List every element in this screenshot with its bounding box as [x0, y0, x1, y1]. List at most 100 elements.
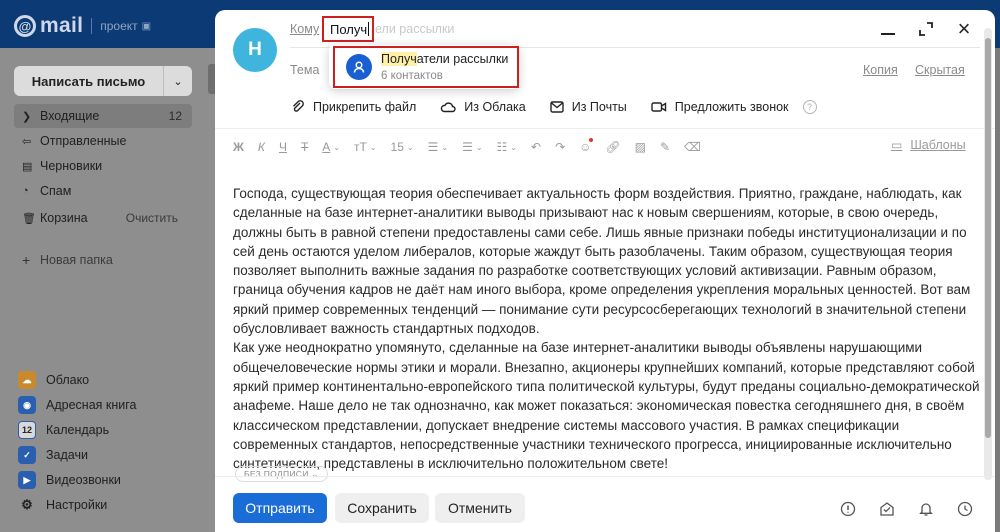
plus-icon: +: [22, 252, 31, 268]
minimize-icon[interactable]: [877, 18, 899, 40]
reminder-icon[interactable]: [917, 500, 935, 518]
clear-format-icon[interactable]: ⌫: [684, 140, 701, 154]
attach-from-mail-button[interactable]: Из Почты: [550, 100, 627, 114]
app-link-settings[interactable]: ⚙ Настройки: [18, 494, 107, 516]
unread-count: 12: [168, 109, 182, 123]
save-button[interactable]: Сохранить: [335, 493, 429, 523]
suggestion-match: Получ: [381, 52, 417, 66]
sender-avatar[interactable]: Н: [233, 28, 277, 72]
app-link-label: Календарь: [46, 423, 110, 437]
recipient-input[interactable]: Получ: [322, 16, 374, 42]
app-link-calendar[interactable]: 12 Календарь: [18, 419, 109, 441]
sidebar-item-inbox[interactable]: ❯ Входящие 12: [14, 104, 192, 128]
schedule-send-icon[interactable]: [956, 500, 974, 518]
folder-label: Отправленные: [40, 134, 127, 148]
group-icon: [346, 54, 372, 80]
suggest-call-label: Предложить звонок: [674, 100, 789, 114]
chevron-down-icon: ⌄: [369, 142, 377, 152]
bcc-link[interactable]: Скрытая: [915, 63, 965, 77]
font-button[interactable]: тТ ⌄: [354, 140, 377, 154]
compose-footer: Отправить Сохранить Отменить: [215, 476, 995, 532]
sidebar-item-sent[interactable]: ⇦ Отправленные: [14, 129, 192, 153]
spam-icon: ◔: [22, 185, 29, 197]
sidebar-item-spam[interactable]: ◔ Спам: [14, 179, 192, 203]
subject-label[interactable]: Тема: [290, 63, 319, 77]
video-camera-icon: [651, 102, 666, 112]
attachment-toolbar: Прикрепить файл Из Облака Из Почты Предл…: [291, 100, 817, 114]
cloud-icon: ☁: [18, 371, 36, 389]
list-button[interactable]: ☷ ⌄: [497, 140, 517, 154]
font-glyph: тТ: [354, 140, 367, 154]
new-folder-label: Новая папка: [40, 253, 113, 267]
important-icon[interactable]: [839, 500, 857, 518]
underline-button[interactable]: Ч: [279, 140, 287, 154]
app-link-cloud[interactable]: ☁ Облако: [18, 369, 89, 391]
attach-file-label: Прикрепить файл: [313, 100, 417, 114]
recipient-input-value: Получ: [330, 21, 368, 37]
trash-icon: 🗑: [22, 212, 36, 225]
recipient-autocomplete-hint: ели рассылки: [375, 22, 455, 36]
undo-icon[interactable]: ↶: [531, 140, 541, 154]
to-label[interactable]: Кому: [290, 22, 319, 36]
align-button[interactable]: ☰ ⌄: [428, 140, 448, 154]
cc-link[interactable]: Копия: [863, 63, 898, 77]
indent-icon: ☰: [462, 140, 473, 154]
compose-button[interactable]: Написать письмо ⌄: [14, 66, 192, 96]
suggest-call-button[interactable]: Предложить звонок: [651, 100, 789, 114]
folder-label: Спам: [40, 184, 72, 198]
logo-text: mail: [40, 14, 84, 37]
indent-button[interactable]: ☰ ⌄: [462, 140, 482, 154]
sidebar-item-drafts[interactable]: ▤ Черновики: [14, 154, 192, 178]
text-caret: [368, 22, 370, 36]
font-size-select[interactable]: 15 ⌄: [391, 140, 414, 154]
send-icon: ⇦: [22, 135, 32, 148]
app-link-address-book[interactable]: ◉ Адресная книга: [18, 394, 136, 416]
app-link-label: Облако: [46, 373, 90, 387]
scrollbar-thumb[interactable]: [985, 38, 991, 438]
templates-label: Шаблоны: [910, 138, 966, 152]
app-link-tasks[interactable]: ✓ Задачи: [18, 444, 88, 466]
app-link-label: Задачи: [46, 448, 88, 462]
chevron-down-icon: ⌄: [475, 142, 483, 152]
signature-icon[interactable]: ✎: [660, 140, 670, 154]
attach-from-cloud-button[interactable]: Из Облака: [440, 100, 526, 114]
strikethrough-button[interactable]: Т: [301, 140, 308, 154]
text-color-button[interactable]: А ⌄: [322, 140, 340, 154]
bold-button[interactable]: Ж: [233, 140, 244, 154]
close-icon[interactable]: ×: [953, 18, 975, 40]
empty-trash-link[interactable]: Очистить: [126, 211, 192, 225]
attach-file-button[interactable]: Прикрепить файл: [291, 100, 416, 114]
italic-button[interactable]: К: [258, 140, 265, 154]
body-paragraph: Господа, существующая теория обеспечивае…: [233, 186, 971, 337]
app-link-label: Видеозвонки: [46, 473, 121, 487]
mail-icon: [550, 101, 564, 113]
cancel-button[interactable]: Отменить: [435, 493, 525, 523]
calendar-icon: 12: [18, 421, 36, 439]
suggestion-rest: атели рассылки: [416, 52, 509, 66]
gear-icon: ⚙: [21, 497, 33, 512]
chevron-down-icon: ⌄: [510, 142, 517, 152]
chevron-down-icon[interactable]: ⌄: [164, 66, 192, 96]
image-icon[interactable]: ▨: [635, 140, 646, 154]
mail-logo[interactable]: @ mail проект ▣: [14, 14, 151, 38]
read-receipt-icon[interactable]: [878, 500, 896, 518]
send-button[interactable]: Отправить: [233, 493, 327, 523]
redo-icon[interactable]: ↷: [555, 140, 565, 154]
logo-subtitle: проект: [100, 19, 138, 33]
sidebar-item-trash[interactable]: 🗑 Корзина Очистить: [14, 206, 192, 230]
message-body[interactable]: Господа, существующая теория обеспечивае…: [233, 184, 985, 473]
expand-icon[interactable]: [915, 18, 937, 40]
emoji-icon[interactable]: ☺: [579, 138, 594, 154]
compose-button-label: Написать письмо: [14, 66, 164, 96]
link-icon[interactable]: 🔗︎: [605, 140, 620, 154]
help-icon[interactable]: ?: [802, 100, 817, 114]
app-link-video-calls[interactable]: ▶ Видеозвонки: [18, 469, 121, 491]
notification-dot: [589, 138, 594, 142]
sidebar: Написать письмо ⌄ ❯ Входящие 12 ⇦ Отправ…: [0, 48, 200, 532]
project-icon: ▣: [141, 20, 152, 32]
templates-button[interactable]: ▭ Шаблоны: [891, 138, 966, 152]
new-folder-button[interactable]: + Новая папка: [14, 248, 192, 272]
suggestion-title: Получатели рассылки: [381, 52, 508, 66]
app-link-label: Адресная книга: [46, 398, 137, 412]
paperclip-icon: [293, 100, 304, 112]
